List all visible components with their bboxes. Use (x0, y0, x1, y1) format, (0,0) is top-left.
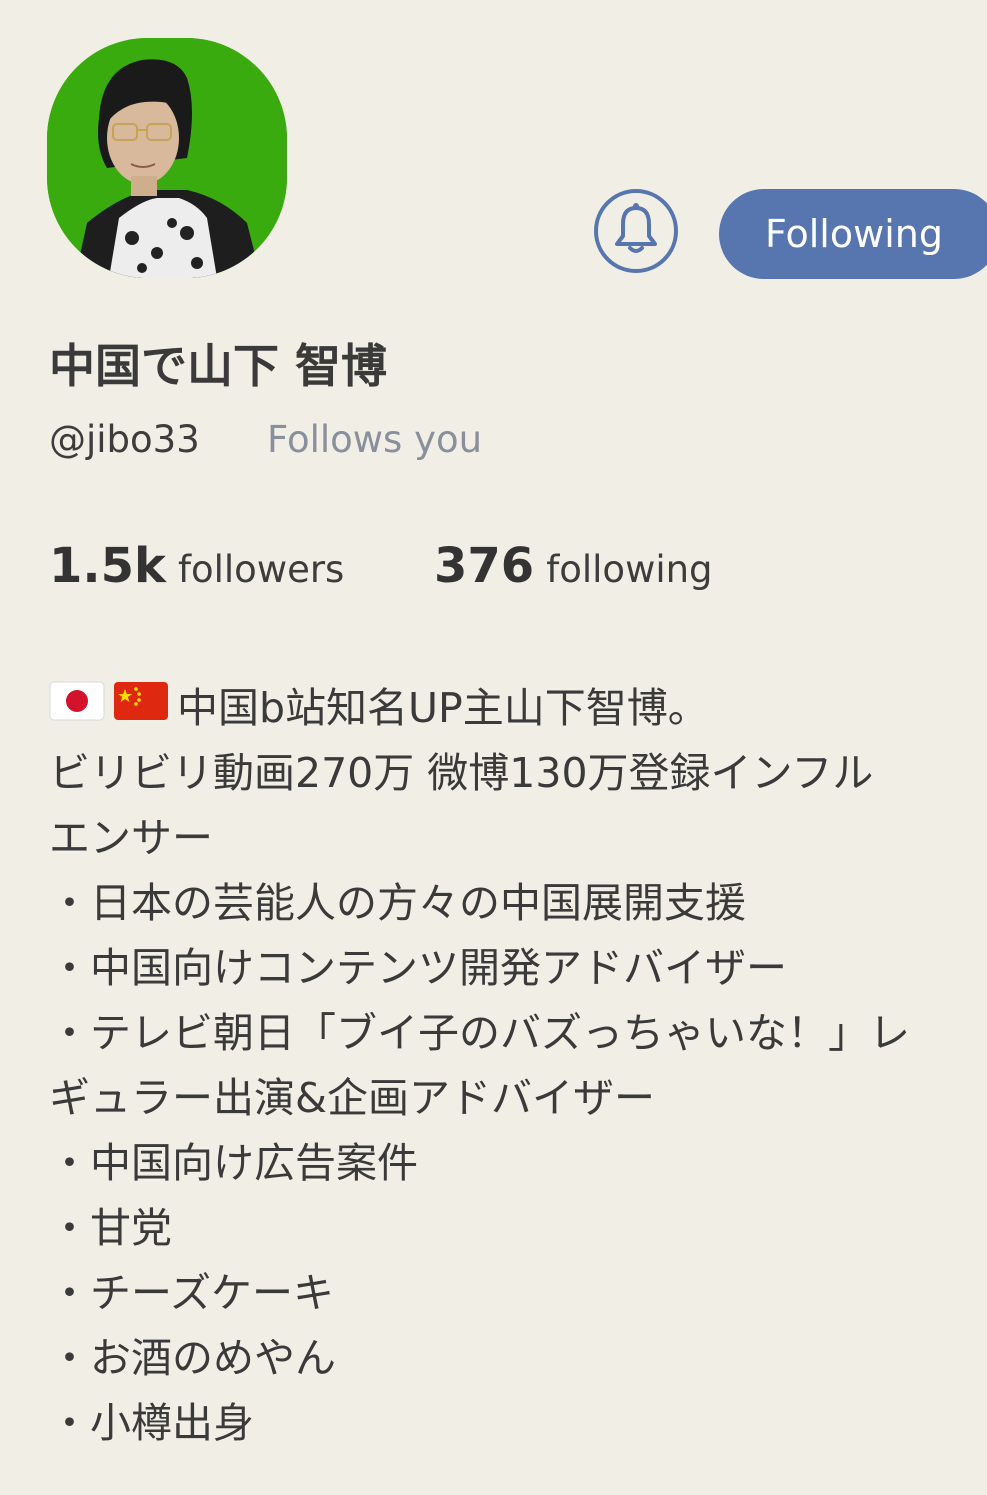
profile-name: 中国で山下 智博 (49, 339, 388, 393)
followers-label: followers (177, 548, 345, 591)
china-flag-icon (113, 676, 169, 740)
avatar[interactable] (47, 38, 287, 278)
bio-line: ビリビリ動画270万 微博130万登録インフル (49, 749, 874, 797)
follows-you-label: Follows you (267, 418, 483, 461)
bio-line: ・中国向けコンテンツ開発アドバイザー (49, 944, 787, 992)
bio-line: ・小樽出身 (49, 1399, 254, 1447)
following-label: following (546, 548, 713, 591)
bio-line: ・甘党 (49, 1204, 172, 1252)
bio-line: ・中国向け広告案件 (49, 1139, 418, 1187)
following-stat[interactable]: 376 following (434, 538, 713, 594)
japan-flag-icon (49, 676, 105, 740)
bio-line: ・日本の芸能人の方々の中国展開支援 (49, 879, 746, 927)
following-button[interactable]: Following (719, 189, 987, 279)
bio-line: エンサー (49, 814, 213, 862)
notification-bell-button[interactable] (594, 189, 678, 273)
profile-handle: @jibo33 (49, 418, 200, 461)
bell-icon (611, 202, 661, 260)
followers-count: 1.5k (49, 538, 166, 594)
profile-page: Following 中国で山下 智博 @jibo33 Follows you 1… (0, 0, 987, 1495)
avatar-photo (47, 38, 287, 278)
bio-line: ・チーズケーキ (49, 1269, 334, 1317)
bio-line: 中国b站知名UP主山下智博。 (49, 676, 987, 741)
bio-line: ・お酒のめやん (49, 1334, 336, 1382)
following-count: 376 (434, 538, 535, 594)
bio-line: ・テレビ朝日「ブイ子のバズっちゃいな！」レ (49, 1009, 910, 1057)
bio-line: ギュラー出演&企画アドバイザー (49, 1074, 655, 1122)
followers-stat[interactable]: 1.5k followers (49, 538, 344, 594)
bio-text: 中国b站知名UP主山下智博。 (177, 684, 709, 732)
profile-bio: 中国b站知名UP主山下智博。 ビリビリ動画270万 微博130万登録インフル エ… (49, 676, 987, 1456)
